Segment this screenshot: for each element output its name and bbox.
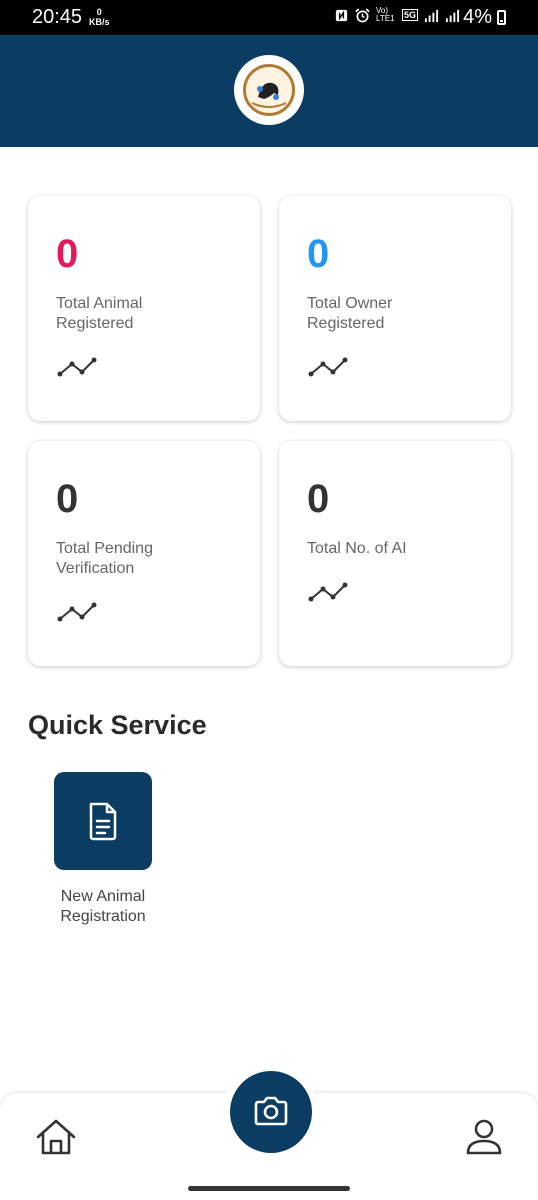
stat-value: 0 bbox=[56, 477, 79, 521]
battery-level: 4% bbox=[463, 6, 492, 28]
app-logo bbox=[234, 55, 304, 125]
signal-icon bbox=[445, 9, 460, 22]
quick-service-title: Quick Service bbox=[28, 710, 207, 740]
logo-emblem bbox=[243, 64, 295, 116]
new-animal-registration-label[interactable]: New Animal Registration bbox=[38, 887, 168, 927]
trend-icon bbox=[57, 357, 97, 377]
status-time: 20:45 bbox=[32, 6, 83, 28]
stat-value: 0 bbox=[56, 232, 79, 276]
battery-icon bbox=[497, 10, 506, 25]
stat-value: 0 bbox=[307, 477, 330, 521]
stat-card-ai[interactable]: 0 Total No. of AI bbox=[279, 441, 511, 666]
network-type: 5G bbox=[401, 9, 418, 21]
home-indicator[interactable] bbox=[188, 1186, 350, 1191]
stat-value: 0 bbox=[307, 232, 330, 276]
home-icon[interactable] bbox=[34, 1115, 78, 1159]
network-speed-unit: KB/s bbox=[89, 17, 110, 27]
logo-emblem-icon bbox=[251, 82, 287, 108]
network-speed-value: 0 bbox=[96, 7, 102, 17]
network-speed: 0 KB/s bbox=[89, 7, 110, 27]
alarm-icon bbox=[355, 7, 370, 22]
new-animal-registration-button[interactable] bbox=[54, 772, 152, 870]
stat-card-owner[interactable]: 0 Total Owner Registered bbox=[279, 196, 511, 421]
camera-button[interactable] bbox=[230, 1071, 312, 1153]
signal-icon bbox=[424, 9, 439, 22]
trend-icon bbox=[308, 357, 348, 377]
app-header bbox=[0, 35, 538, 147]
trend-icon bbox=[57, 602, 97, 622]
stat-card-animal[interactable]: 0 Total Animal Registered bbox=[28, 196, 260, 421]
stat-label: Total Pending Verification bbox=[56, 540, 153, 577]
stat-card-pending[interactable]: 0 Total Pending Verification bbox=[28, 441, 260, 666]
stat-label: Total No. of AI bbox=[307, 540, 407, 557]
stat-label: Total Animal Registered bbox=[56, 295, 143, 332]
trend-icon bbox=[308, 582, 348, 602]
status-icons: Vo) LTE1 5G bbox=[334, 7, 460, 23]
status-bar: 20:45 0 KB/s Vo) LTE1 5G 4% bbox=[0, 0, 538, 35]
stat-label: Total Owner Registered bbox=[307, 295, 393, 332]
user-icon[interactable] bbox=[462, 1115, 506, 1159]
camera-icon bbox=[254, 1096, 288, 1126]
nfc-icon bbox=[335, 9, 348, 21]
volte-label: Vo) LTE1 bbox=[375, 6, 395, 23]
document-icon bbox=[89, 802, 117, 841]
